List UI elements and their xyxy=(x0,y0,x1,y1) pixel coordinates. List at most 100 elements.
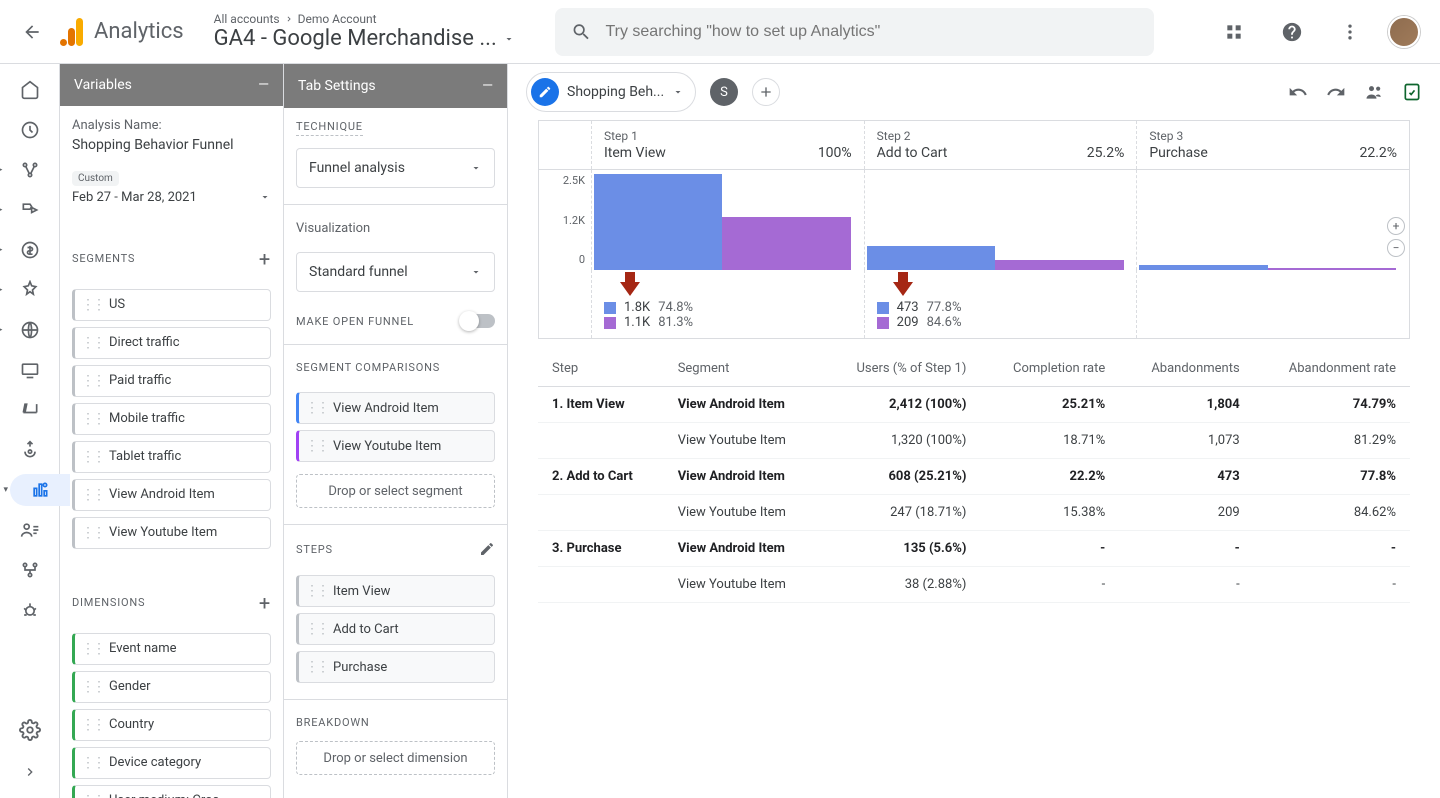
nav-audiences[interactable] xyxy=(10,514,50,546)
nav-retention[interactable]: ▶ xyxy=(10,274,50,306)
chip-tablet-traffic[interactable]: ⋮⋮Tablet traffic xyxy=(72,441,271,473)
nav-lifecycle[interactable]: ▶ xyxy=(10,154,50,186)
tab-settings-header: Tab Settings — xyxy=(284,64,507,108)
chip-country[interactable]: ⋮⋮Country xyxy=(72,709,271,741)
date-range-selector[interactable]: Feb 27 - Mar 28, 2021 xyxy=(72,190,271,205)
open-funnel-toggle[interactable] xyxy=(461,314,495,328)
open-funnel-label: MAKE OPEN FUNNEL xyxy=(296,315,414,328)
chip-device-category[interactable]: ⋮⋮Device category xyxy=(72,747,271,779)
steps-label: STEPS xyxy=(296,543,333,556)
table-header[interactable]: Abandonments xyxy=(1119,351,1253,387)
bar[interactable] xyxy=(722,217,850,270)
zoom-out-button[interactable]: − xyxy=(1387,239,1405,257)
chip-item-view[interactable]: ⋮⋮Item View xyxy=(296,575,495,607)
table-header[interactable]: Completion rate xyxy=(980,351,1119,387)
table-row: 3. PurchaseView Android Item135 (5.6%)--… xyxy=(538,531,1410,567)
step-bars-2 xyxy=(864,170,1137,270)
avatar[interactable] xyxy=(1388,16,1420,48)
ga-logo: Analytics xyxy=(60,18,184,46)
funnel-table: StepSegmentUsers (% of Step 1)Completion… xyxy=(538,351,1410,603)
nav-debug[interactable] xyxy=(10,594,50,626)
table-row: View Youtube Item247 (18.71%)15.38%20984… xyxy=(538,495,1410,531)
funnel-chart: + − Step 1Item View100%Step 2Add to Cart… xyxy=(538,120,1410,339)
analysis-name-label: Analysis Name: xyxy=(72,118,271,133)
chip-gender[interactable]: ⋮⋮Gender xyxy=(72,671,271,703)
active-tab[interactable]: Shopping Beh... xyxy=(526,72,696,112)
nav-home[interactable] xyxy=(10,74,50,106)
nav-tech[interactable] xyxy=(10,354,50,386)
dropoff-3 xyxy=(1136,270,1409,338)
nav-conversions[interactable] xyxy=(10,434,50,466)
chip-purchase[interactable]: ⋮⋮Purchase xyxy=(296,651,495,683)
export-button[interactable] xyxy=(1402,82,1422,102)
tab-secondary[interactable]: S xyxy=(710,78,738,106)
seg-comparisons-label: SEGMENT COMPARISONS xyxy=(296,361,495,374)
nav-custom[interactable] xyxy=(10,554,50,586)
nav-user[interactable]: ▶ xyxy=(10,314,50,346)
table-header[interactable]: Step xyxy=(538,351,664,387)
chip-mobile-traffic[interactable]: ⋮⋮Mobile traffic xyxy=(72,403,271,435)
edit-steps-icon[interactable] xyxy=(479,541,495,557)
collapse-icon[interactable]: — xyxy=(258,77,269,93)
help-icon[interactable] xyxy=(1272,12,1312,52)
step-header-3: Step 3Purchase22.2% xyxy=(1136,121,1409,169)
nav-realtime[interactable] xyxy=(10,114,50,146)
dimensions-title: DIMENSIONS + xyxy=(72,591,271,615)
zoom-in-button[interactable]: + xyxy=(1387,217,1405,235)
chip-event-name[interactable]: ⋮⋮Event name xyxy=(72,633,271,665)
chip-view-android-item[interactable]: ⋮⋮View Android Item xyxy=(296,392,495,424)
add-dimension-button[interactable]: + xyxy=(259,591,271,615)
chip-user-medium-cros-[interactable]: ⋮⋮User medium: Cros... xyxy=(72,785,271,798)
segments-title: SEGMENTS + xyxy=(72,247,271,271)
nav-monetization[interactable]: ▶ xyxy=(10,234,50,266)
nav-admin[interactable] xyxy=(10,714,50,746)
share-button[interactable] xyxy=(1364,82,1384,102)
table-header[interactable]: Abandonment rate xyxy=(1254,351,1410,387)
table-header[interactable]: Users (% of Step 1) xyxy=(821,351,980,387)
date-pill: Custom xyxy=(72,171,119,186)
visualization-select[interactable]: Standard funnel xyxy=(296,252,495,292)
chip-add-to-cart[interactable]: ⋮⋮Add to Cart xyxy=(296,613,495,645)
back-button[interactable] xyxy=(8,8,56,56)
chip-direct-traffic[interactable]: ⋮⋮Direct traffic xyxy=(72,327,271,359)
property-selector[interactable]: All accounts Demo Account GA4 - Google M… xyxy=(214,12,515,51)
step-header-1: Step 1Item View100% xyxy=(591,121,864,169)
tab-label: Shopping Beh... xyxy=(567,84,664,100)
chip-paid-traffic[interactable]: ⋮⋮Paid traffic xyxy=(72,365,271,397)
table-row: 1. Item ViewView Android Item2,412 (100%… xyxy=(538,387,1410,423)
chip-view-youtube-item[interactable]: ⋮⋮View Youtube Item xyxy=(296,430,495,462)
collapse-icon[interactable]: — xyxy=(482,78,493,94)
chevron-down-icon[interactable] xyxy=(672,86,684,98)
add-segment-button[interactable]: + xyxy=(259,247,271,271)
redo-button[interactable] xyxy=(1326,82,1346,102)
chip-view-android-item[interactable]: ⋮⋮View Android Item xyxy=(72,479,271,511)
chip-view-youtube-item[interactable]: ⋮⋮View Youtube Item xyxy=(72,517,271,549)
nav-collapse[interactable] xyxy=(10,756,50,788)
technique-label: TECHNIQUE xyxy=(296,120,363,136)
segment-drop-zone[interactable]: Drop or select segment xyxy=(296,474,495,508)
table-header[interactable]: Segment xyxy=(664,351,821,387)
nav-explore[interactable]: ▾ xyxy=(10,474,70,506)
visualization-label: Visualization xyxy=(296,221,495,236)
bar[interactable] xyxy=(995,260,1123,270)
undo-button[interactable] xyxy=(1288,82,1308,102)
search-input[interactable] xyxy=(605,23,1138,41)
bar[interactable] xyxy=(867,246,995,270)
add-tab-button[interactable] xyxy=(752,78,780,106)
dropoff-1: 1.8K74.8%1.1K81.3% xyxy=(591,270,864,338)
more-icon[interactable] xyxy=(1330,12,1370,52)
search-bar[interactable] xyxy=(555,8,1154,56)
search-icon xyxy=(571,21,592,43)
tab-settings-panel: Tab Settings — TECHNIQUE Funnel analysis… xyxy=(284,64,508,798)
step-bars-3 xyxy=(1136,170,1409,270)
analysis-name[interactable]: Shopping Behavior Funnel xyxy=(72,137,271,153)
table-row: View Youtube Item1,320 (100%)18.71%1,073… xyxy=(538,423,1410,459)
chip-us[interactable]: ⋮⋮US xyxy=(72,289,271,321)
bar[interactable] xyxy=(594,174,722,270)
breakdown-drop-zone[interactable]: Drop or select dimension xyxy=(296,741,495,775)
apps-icon[interactable] xyxy=(1214,12,1254,52)
technique-select[interactable]: Funnel analysis xyxy=(296,148,495,188)
nav-events[interactable] xyxy=(10,394,50,426)
nav-engagement[interactable]: ▶ xyxy=(10,194,50,226)
table-row: View Youtube Item38 (2.88%)--- xyxy=(538,567,1410,603)
